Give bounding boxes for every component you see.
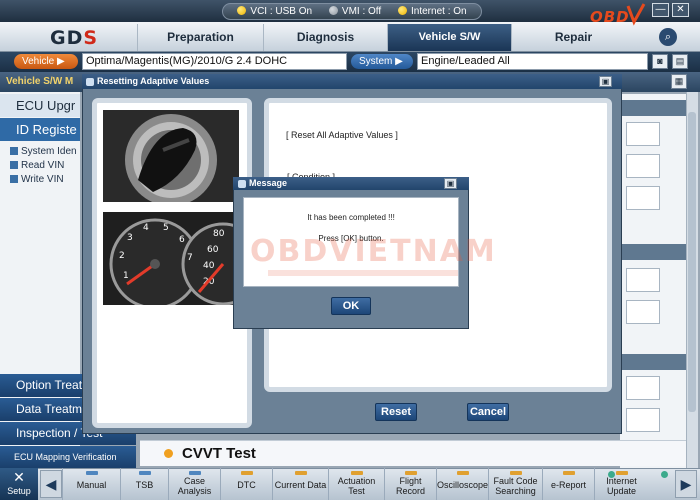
- vmi-status: VMI : Off: [328, 6, 381, 17]
- obd-vietnam-logo: OBD: [590, 3, 646, 26]
- layout-icon[interactable]: ▦: [671, 74, 687, 89]
- engine-system-field: Engine/Leaded All: [417, 53, 648, 70]
- ignition-key-image: [103, 110, 239, 202]
- svg-text:6: 6: [179, 235, 185, 245]
- svg-text:40: 40: [203, 261, 215, 271]
- tab-diagnosis[interactable]: Diagnosis: [263, 24, 387, 51]
- message-line-completed: It has been completed !!!: [307, 213, 395, 222]
- sidebar-item-write-vin[interactable]: Write VIN: [10, 174, 80, 185]
- vmi-status-dot-icon: [328, 6, 338, 15]
- ok-button[interactable]: OK: [331, 297, 371, 315]
- toolbar-button-e-report[interactable]: e-Report: [542, 468, 594, 500]
- message-line-press-ok: Press [OK] button.: [318, 234, 384, 243]
- dialog-title: Resetting Adaptive Values: [82, 74, 622, 89]
- svg-text:4: 4: [143, 223, 149, 233]
- watermark-underline: [268, 270, 458, 276]
- vci-status: VCI : USB On: [237, 6, 312, 17]
- instrument-cluster-image: 1 2 3 4 5 6 7 20 40 60 80: [103, 212, 240, 305]
- scrollbar-thumb[interactable]: [688, 112, 696, 412]
- internet-status-dot-icon: [398, 6, 407, 15]
- toolbar-button-fault-code-searching[interactable]: Fault Code Searching: [488, 468, 542, 500]
- reset-all-heading: [ Reset All Adaptive Values ]: [286, 130, 398, 140]
- sidebar-id-register[interactable]: ID Registe: [0, 118, 80, 141]
- toolbar-button-case-analysis[interactable]: Case Analysis: [168, 468, 220, 500]
- list-item: [626, 268, 660, 292]
- list-item: [626, 186, 660, 210]
- list-item: [626, 122, 660, 146]
- svg-text:5: 5: [163, 223, 169, 233]
- gds-logo: GDS: [50, 27, 99, 49]
- toolbar-button-internet-update[interactable]: Internet Update: [594, 468, 648, 500]
- list-item: [626, 408, 660, 432]
- toolbar-button-current-data[interactable]: Current Data: [272, 468, 328, 500]
- reset-button[interactable]: Reset: [375, 403, 417, 421]
- svg-text:7: 7: [187, 253, 193, 263]
- section-header: [620, 100, 686, 116]
- notification-badge: [608, 471, 615, 478]
- toolbar-button-flight-record[interactable]: Flight Record: [384, 468, 436, 500]
- svg-text:60: 60: [207, 245, 219, 255]
- vci-status-dot-icon: [237, 6, 247, 15]
- close-window-button[interactable]: ✕: [672, 3, 689, 17]
- toolbar-button-tsb[interactable]: TSB: [120, 468, 168, 500]
- camera-icon[interactable]: ◙: [652, 54, 668, 69]
- setup-button[interactable]: ✕ Setup: [0, 468, 38, 500]
- sidebar-item-read-vin[interactable]: Read VIN: [10, 160, 80, 171]
- vehicle-model-field: Optima/Magentis(MG)/2010/G 2.4 DOHC: [82, 53, 347, 70]
- scroll-left-button[interactable]: ◀: [40, 470, 62, 498]
- vehicle-select-button[interactable]: Vehicle ▶: [14, 54, 78, 69]
- list-item: [626, 300, 660, 324]
- tab-repair[interactable]: Repair: [511, 24, 635, 51]
- document-icon: [10, 175, 18, 183]
- window-icon: [86, 78, 94, 86]
- svg-text:80: 80: [213, 229, 225, 239]
- dialog-close-button[interactable]: ▣: [599, 76, 612, 87]
- internet-status: Internet : On: [398, 6, 467, 17]
- message-dialog-title: Message: [233, 177, 469, 190]
- document-icon: [10, 161, 18, 169]
- tab-preparation[interactable]: Preparation: [137, 24, 263, 51]
- toolbar-button-manual[interactable]: Manual: [62, 468, 120, 500]
- toolbar-button-dtc[interactable]: DTC: [220, 468, 272, 500]
- svg-text:OBD: OBD: [590, 8, 630, 26]
- document-icon: [10, 147, 18, 155]
- print-icon[interactable]: ▤: [672, 54, 688, 69]
- svg-text:2: 2: [119, 251, 125, 261]
- svg-text:1: 1: [123, 271, 129, 281]
- search-icon[interactable]: ⌕: [659, 28, 677, 46]
- sidebar-ecu-mapping-verification[interactable]: ECU Mapping Verification: [0, 446, 136, 468]
- cvvt-test-label: CVVT Test: [182, 445, 256, 462]
- minimize-button[interactable]: —: [652, 3, 669, 17]
- arrow-right-icon: ▶: [395, 56, 403, 67]
- notification-badge: [661, 471, 668, 478]
- message-close-button[interactable]: ▣: [444, 178, 457, 189]
- sidebar-item-system-identification[interactable]: System Iden: [10, 146, 80, 157]
- list-item: [626, 154, 660, 178]
- bullet-icon: [164, 449, 173, 458]
- cancel-button[interactable]: Cancel: [467, 403, 509, 421]
- system-select-button[interactable]: System ▶: [351, 54, 413, 69]
- arrow-right-icon: ▶: [57, 56, 65, 67]
- section-header: [620, 354, 686, 370]
- window-icon: [238, 180, 246, 188]
- tab-vehicle-sw-management[interactable]: Vehicle S/W Management: [387, 24, 511, 70]
- svg-text:3: 3: [127, 233, 133, 243]
- toolbar-button-oscilloscope[interactable]: Oscilloscope: [436, 468, 488, 500]
- toolbar-button-actuation-test[interactable]: Actuation Test: [328, 468, 384, 500]
- list-item: [626, 376, 660, 400]
- connection-status-pill: VCI : USB On VMI : Off Internet : On: [222, 3, 482, 20]
- section-header: [620, 244, 686, 260]
- wrench-icon: ✕: [13, 469, 25, 485]
- sidebar-ecu-upgrade[interactable]: ECU Upgr: [0, 94, 80, 117]
- scroll-right-button[interactable]: ▶: [675, 470, 697, 498]
